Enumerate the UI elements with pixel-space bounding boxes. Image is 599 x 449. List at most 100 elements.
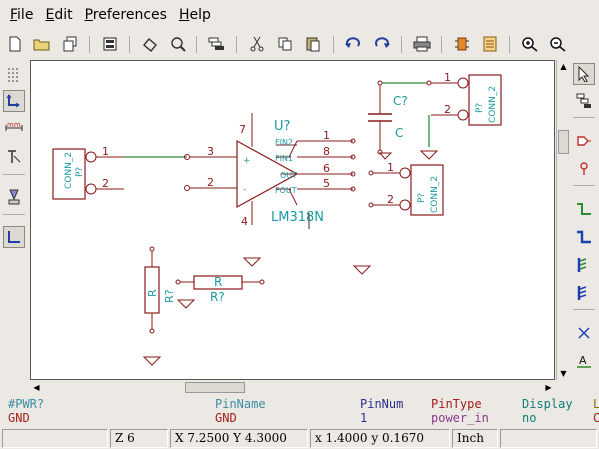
msg-pintype-header: PinType: [431, 397, 482, 411]
opamp-pin-6: 6: [323, 162, 330, 175]
paste-icon[interactable]: [303, 34, 323, 54]
hidden-pins-icon[interactable]: [3, 186, 25, 208]
menu-edit[interactable]: Edit: [39, 0, 78, 30]
conn-left-ref: P?: [75, 167, 85, 177]
status-message: [2, 429, 108, 448]
conn-mr-pin1: 1: [387, 161, 394, 174]
copy-icon[interactable]: [275, 34, 295, 54]
status-extra: [500, 429, 597, 448]
add-bus-icon[interactable]: [573, 226, 595, 248]
eeschema-window: File Edit Preferences Help mm CONN_2 P? …: [0, 0, 599, 449]
svg-text:A: A: [579, 354, 587, 367]
component-list-icon[interactable]: [207, 34, 227, 54]
opamp-fin1-label: FIN1: [275, 154, 293, 163]
horizontal-scroll-thumb[interactable]: [185, 382, 245, 393]
status-relative-coords: x 1.4000 y 0.1670: [310, 429, 450, 448]
conn-tr-pin2: 2: [444, 103, 451, 116]
msg-pinname-header: PinName: [215, 397, 266, 411]
units-mm-icon[interactable]: mm: [3, 118, 25, 140]
msg-pinnum-header: PinNum: [360, 397, 404, 411]
conn-mr-ref: P?: [417, 193, 427, 203]
resistor-vertical[interactable]: R R?: [144, 246, 176, 334]
bom-icon[interactable]: [480, 34, 500, 54]
status-absolute-coords: X 7.2500 Y 4.3000: [170, 429, 308, 448]
msg-pinname-value: GND: [215, 411, 237, 425]
zoom-in-icon[interactable]: [520, 34, 540, 54]
add-bus-to-bus-entry-icon[interactable]: [573, 282, 595, 304]
opamp-ref: U?: [274, 119, 290, 134]
sheet-settings-icon[interactable]: [100, 34, 120, 54]
msg-col6-value: C: [593, 411, 599, 425]
conn-mid-right[interactable]: 1 2 P? CONN_2: [368, 152, 444, 216]
grid-icon[interactable]: [3, 63, 25, 85]
add-wire-to-bus-entry-icon[interactable]: [573, 254, 595, 276]
units-inch-icon[interactable]: [3, 90, 25, 112]
opamp-value: LM318N: [271, 210, 324, 225]
msg-col6-header: L: [593, 397, 599, 411]
power-symbol[interactable]: [176, 299, 196, 309]
conn-tr-ref: P?: [475, 103, 485, 113]
power-symbol[interactable]: [142, 356, 162, 366]
msg-display-value: no: [522, 411, 537, 425]
undo-icon[interactable]: [140, 34, 160, 54]
horizontal-scrollbar[interactable]: ◀ ▶: [30, 381, 555, 394]
menu-preferences[interactable]: Preferences: [79, 0, 173, 30]
opamp-minus-sign: -: [243, 185, 246, 195]
vertical-scrollbar[interactable]: ▲ ▼: [556, 60, 569, 380]
cut-icon[interactable]: [247, 34, 267, 54]
msg-ref-value: GND: [8, 411, 30, 425]
conn-left[interactable]: CONN_2 P? 1 2: [52, 145, 124, 200]
scroll-up-icon[interactable]: ▲: [557, 60, 570, 73]
capacitor-c[interactable]: C? C: [368, 80, 408, 155]
opamp-pin-4: 4: [241, 215, 248, 228]
scroll-right-icon[interactable]: ▶: [542, 381, 555, 394]
vertical-scroll-thumb[interactable]: [558, 130, 569, 154]
opamp-plus-sign: +: [243, 156, 251, 166]
status-bar: Z 6 X 7.2500 Y 4.3000 x 1.4000 y 0.1670 …: [0, 427, 599, 449]
opamp-pin-7: 7: [239, 123, 246, 136]
hierarchy-navigator-icon[interactable]: [573, 90, 595, 112]
select-arrow-icon[interactable]: [573, 63, 595, 85]
res-h-ref: R?: [210, 290, 225, 304]
conn-top-right[interactable]: 1 2 P? CONN_2: [426, 71, 502, 126]
msg-display-header: Display: [522, 397, 573, 411]
res-v-ref: R?: [163, 289, 176, 303]
cap-value: C: [395, 126, 403, 140]
add-label-icon[interactable]: A: [573, 350, 595, 372]
menu-help[interactable]: Help: [173, 0, 217, 30]
annotate-icon[interactable]: [452, 34, 472, 54]
print-icon[interactable]: [412, 34, 432, 54]
opamp-fout-label: FOUT: [275, 186, 297, 195]
cap-ref: C?: [393, 94, 408, 108]
msg-pintype-value: power_in: [431, 411, 489, 425]
msg-pinnum-value: 1: [360, 411, 368, 425]
opamp-u[interactable]: 3 2 + - 7 4 U? LM318N FIN2 FIN1 OUT FOUT…: [189, 113, 356, 229]
add-wire-icon[interactable]: [573, 198, 595, 220]
cursor-shape-icon[interactable]: [3, 146, 25, 168]
opamp-pin-2: 2: [207, 176, 214, 189]
res-v-value: R: [146, 289, 159, 297]
save-icon[interactable]: [60, 34, 80, 54]
power-symbol[interactable]: [352, 265, 372, 275]
main-toolbar: [0, 31, 599, 58]
power-symbol[interactable]: [242, 257, 262, 267]
conn-mr-value: CONN_2: [430, 176, 440, 213]
scroll-left-icon[interactable]: ◀: [30, 381, 43, 394]
schematic-canvas[interactable]: CONN_2 P? 1 2 3 2 + - 7 4 U? LM318N FIN2…: [30, 60, 555, 380]
wire-angle-icon[interactable]: [3, 226, 25, 248]
new-sheet-icon[interactable]: [5, 34, 25, 54]
add-component-icon[interactable]: [573, 130, 595, 152]
conn-tr-value: CONN_2: [488, 86, 498, 123]
zoom-out-icon[interactable]: [548, 34, 568, 54]
add-power-icon[interactable]: [573, 158, 595, 180]
menu-file[interactable]: File: [4, 0, 39, 30]
schematic-drawing: CONN_2 P? 1 2 3 2 + - 7 4 U? LM318N FIN2…: [52, 71, 502, 366]
rotate-cw-icon[interactable]: [372, 34, 392, 54]
rotate-ccw-icon[interactable]: [343, 34, 363, 54]
no-connect-icon[interactable]: [573, 322, 595, 344]
open-icon[interactable]: [32, 34, 52, 54]
redo-icon[interactable]: [168, 34, 188, 54]
scroll-down-icon[interactable]: ▼: [557, 367, 570, 380]
opamp-pin-1: 1: [323, 129, 330, 142]
opamp-pin-5: 5: [323, 177, 330, 190]
